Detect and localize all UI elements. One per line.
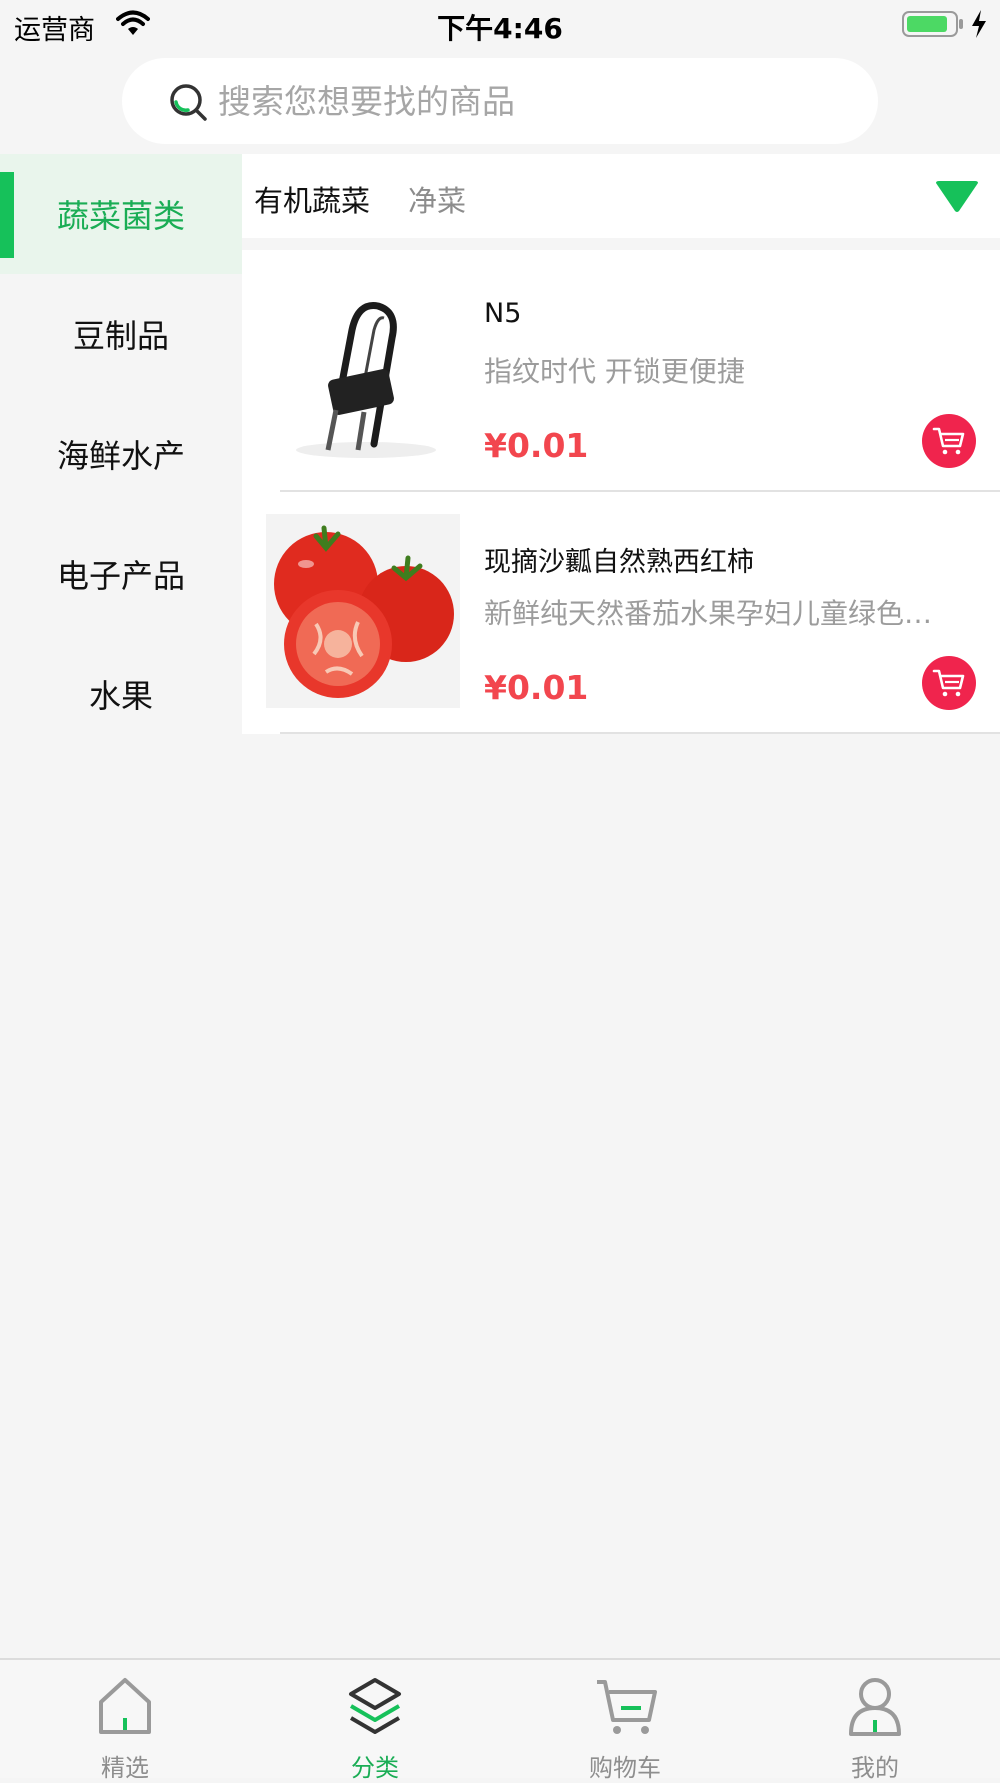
sidebar-item-seafood[interactable]: 海鲜水产 bbox=[0, 394, 242, 514]
subtab-organic-vegetables[interactable]: 有机蔬菜 bbox=[254, 178, 370, 220]
home-icon bbox=[99, 1678, 151, 1734]
battery-icon bbox=[902, 11, 963, 37]
user-icon bbox=[849, 1678, 901, 1736]
u-lock-image bbox=[266, 272, 460, 466]
sidebar-item-label: 水果 bbox=[88, 677, 153, 715]
sidebar-item-label: 海鲜水产 bbox=[56, 437, 185, 475]
sidebar-item-label: 电子产品 bbox=[56, 557, 185, 595]
product-card[interactable]: N5 指纹时代 开锁更便捷 ¥0.01 bbox=[242, 250, 1000, 492]
divider bbox=[280, 732, 1000, 734]
tab-me[interactable]: 我的 bbox=[750, 1660, 1000, 1782]
cart-icon bbox=[932, 669, 965, 697]
status-time: 下午4:46 bbox=[437, 12, 563, 45]
charging-icon bbox=[972, 10, 986, 38]
tab-category[interactable]: 分类 bbox=[250, 1660, 500, 1782]
layers-icon bbox=[349, 1678, 401, 1734]
product-description: 新鲜纯天然番茄水果孕妇儿童绿色蔬菜 bbox=[484, 597, 934, 630]
search-input[interactable] bbox=[218, 76, 838, 126]
subcategory-bar: 有机蔬菜 净菜 bbox=[242, 154, 1000, 238]
bottom-tab-bar: 精选 分类 购物车 我的 bbox=[0, 1658, 1000, 1782]
tomato-image bbox=[266, 514, 460, 708]
sidebar-item-label: 豆制品 bbox=[72, 317, 169, 355]
tab-cart[interactable]: 购物车 bbox=[500, 1660, 750, 1782]
product-price: ¥0.01 bbox=[484, 426, 589, 465]
sidebar-item-vegetables[interactable]: 蔬菜菌类 bbox=[0, 154, 242, 274]
active-indicator bbox=[0, 172, 14, 258]
sidebar-item-fruit[interactable]: 水果 bbox=[0, 634, 242, 754]
tab-featured[interactable]: 精选 bbox=[0, 1660, 250, 1782]
sidebar-item-tofu[interactable]: 豆制品 bbox=[0, 274, 242, 394]
product-card[interactable]: 现摘沙瓤自然熟西红柿 新鲜纯天然番茄水果孕妇儿童绿色蔬菜 ¥0.01 bbox=[242, 492, 1000, 734]
add-to-cart-button[interactable] bbox=[922, 656, 976, 710]
product-list: N5 指纹时代 开锁更便捷 ¥0.01 现摘沙瓤自然熟西红柿 新鲜纯天然番茄水果… bbox=[242, 250, 1000, 734]
product-description: 指纹时代 开锁更便捷 bbox=[484, 355, 745, 388]
sidebar-item-electronics[interactable]: 电子产品 bbox=[0, 514, 242, 634]
sidebar-item-label: 蔬菜菌类 bbox=[56, 197, 185, 235]
category-sidebar: 蔬菜菌类 豆制品 海鲜水产 电子产品 水果 bbox=[0, 154, 242, 1658]
product-price: ¥0.01 bbox=[484, 668, 589, 707]
triangle-down-icon[interactable] bbox=[934, 180, 980, 214]
cart-icon bbox=[597, 1680, 657, 1734]
search-icon bbox=[170, 84, 207, 121]
add-to-cart-button[interactable] bbox=[922, 414, 976, 468]
cart-icon bbox=[932, 427, 965, 455]
search-bar[interactable] bbox=[122, 58, 878, 144]
product-name: N5 bbox=[484, 298, 522, 329]
subtab-prepared-vegetables[interactable]: 净菜 bbox=[408, 178, 466, 220]
status-bar: 运营商 下午4:46 bbox=[0, 0, 1000, 50]
product-name: 现摘沙瓤自然熟西红柿 bbox=[484, 547, 754, 578]
